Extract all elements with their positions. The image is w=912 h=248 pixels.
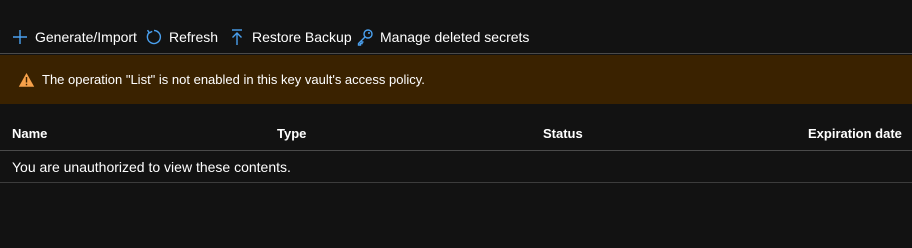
generate-import-button[interactable]: Generate/Import (11, 26, 137, 48)
manage-deleted-secrets-button[interactable]: Manage deleted secrets (356, 26, 529, 48)
refresh-button[interactable]: Refresh (145, 26, 218, 48)
restore-backup-label: Restore Backup (252, 29, 352, 45)
warning-message: The operation "List" is not enabled in t… (42, 72, 425, 87)
access-policy-warning-banner: The operation "List" is not enabled in t… (0, 55, 912, 104)
manage-deleted-secrets-label: Manage deleted secrets (380, 29, 530, 45)
column-header-type[interactable]: Type (277, 126, 306, 141)
column-header-status[interactable]: Status (543, 126, 583, 141)
column-header-name[interactable]: Name (12, 126, 47, 141)
command-bar: Generate/Import Refresh Restore Backup M… (0, 0, 912, 54)
refresh-icon (145, 28, 163, 46)
unauthorized-message: You are unauthorized to view these conte… (12, 159, 291, 175)
generate-import-label: Generate/Import (35, 29, 137, 45)
restore-backup-button[interactable]: Restore Backup (228, 26, 352, 48)
table-row: You are unauthorized to view these conte… (0, 151, 912, 183)
upload-icon (228, 28, 246, 46)
secrets-table-header: Name Type Status Expiration date (0, 118, 912, 151)
refresh-label: Refresh (169, 29, 219, 45)
key-icon (356, 28, 374, 46)
plus-icon (11, 28, 29, 46)
column-header-expiration-date[interactable]: Expiration date (808, 126, 902, 141)
warning-icon (18, 72, 35, 88)
